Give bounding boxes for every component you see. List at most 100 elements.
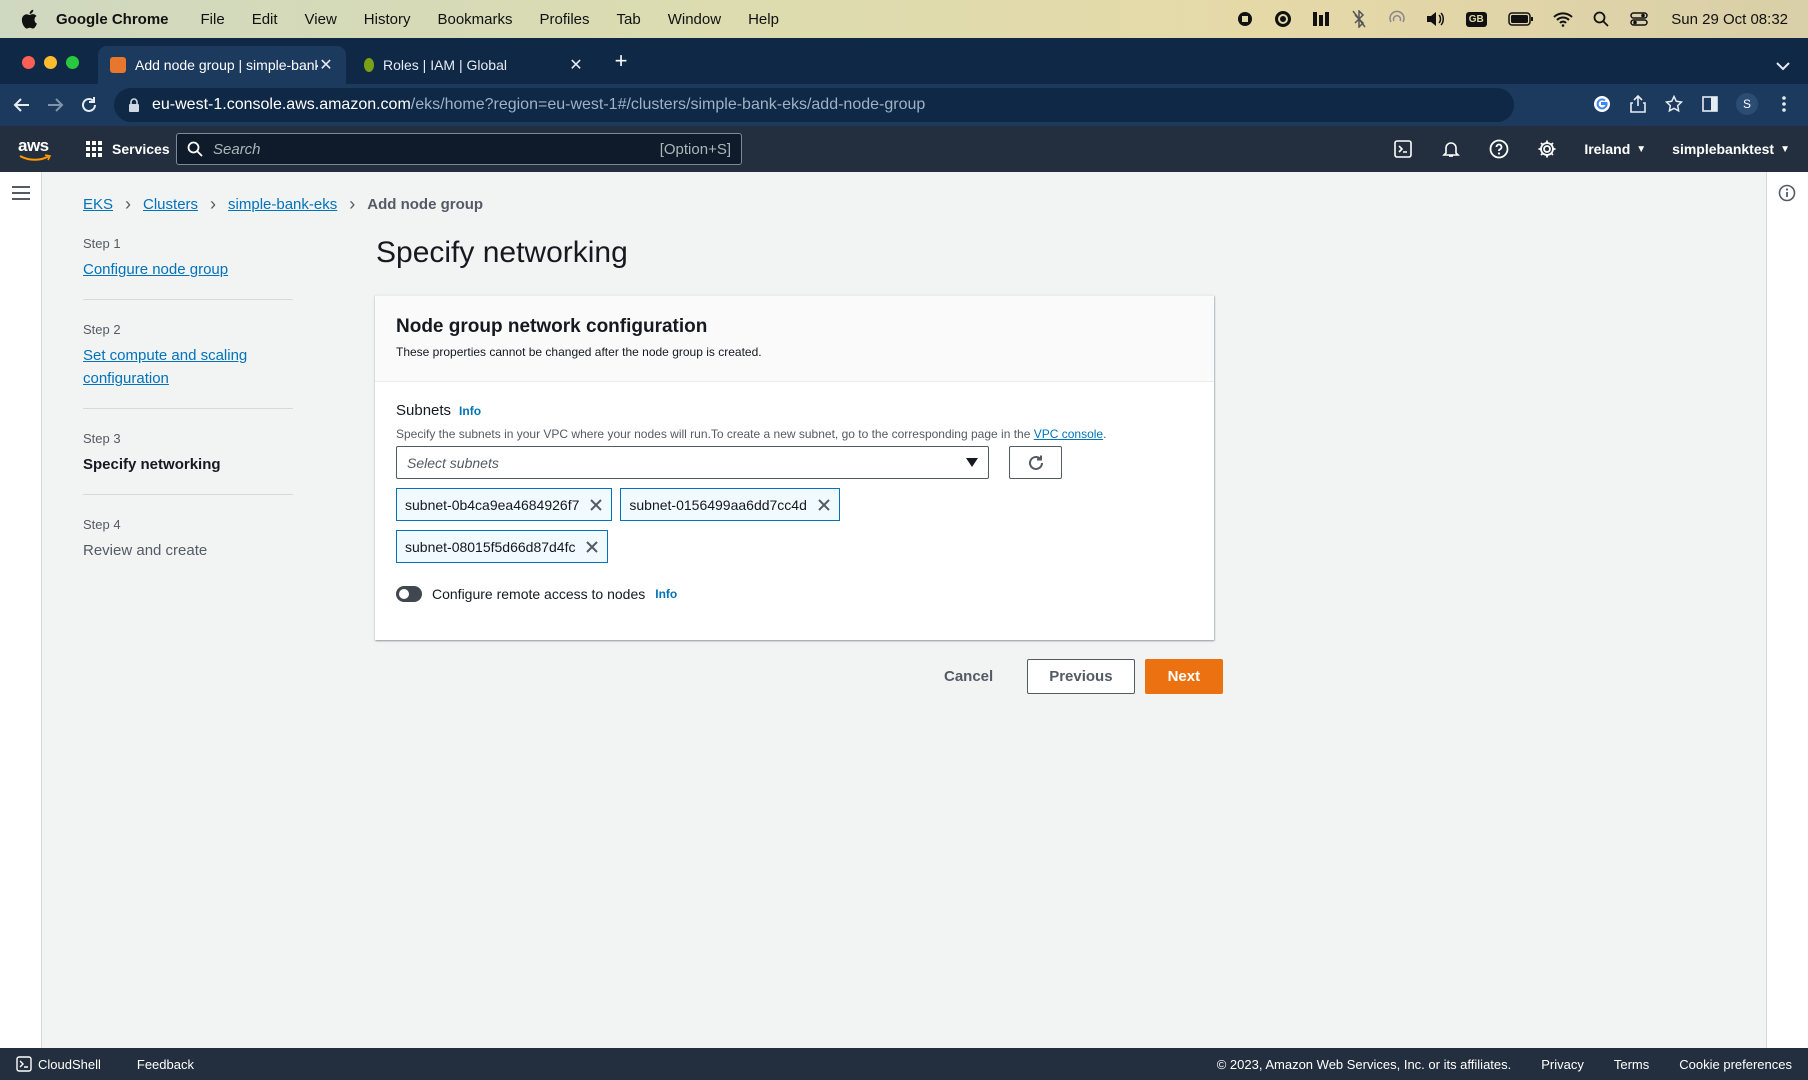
- menu-view[interactable]: View: [305, 11, 337, 28]
- menu-history[interactable]: History: [364, 11, 411, 28]
- aws-console-header: aws Services Search [Option+S] Ireland ▼ …: [0, 126, 1808, 172]
- feedback-link[interactable]: Feedback: [137, 1057, 194, 1072]
- terms-link[interactable]: Terms: [1614, 1057, 1649, 1072]
- menu-window[interactable]: Window: [668, 11, 721, 28]
- aws-search-input[interactable]: Search [Option+S]: [176, 133, 742, 165]
- notifications-bell-icon[interactable]: [1440, 138, 1462, 160]
- panel-title: Node group network configuration: [396, 316, 708, 337]
- refresh-subnets-button[interactable]: [1009, 446, 1062, 479]
- url-bar[interactable]: eu-west-1.console.aws.amazon.com/eks/hom…: [114, 88, 1514, 122]
- step-label: Step 2: [83, 322, 121, 337]
- volume-icon[interactable]: [1425, 10, 1445, 28]
- spotlight-search-icon[interactable]: [1591, 10, 1611, 28]
- chevron-right-icon: ›: [125, 194, 132, 214]
- hamburger-menu-icon[interactable]: [12, 186, 30, 200]
- wizard-step-2: Step 2 Set compute and scaling configura…: [83, 322, 293, 409]
- more-menu-icon[interactable]: [1774, 94, 1794, 114]
- record-icon[interactable]: [1235, 10, 1255, 28]
- refresh-icon: [1028, 455, 1043, 470]
- keyboard-layout-icon[interactable]: GB: [1463, 10, 1489, 28]
- tab-add-node-group[interactable]: Add node group | simple-bank ✕: [98, 46, 346, 84]
- subnets-select[interactable]: Select subnets: [396, 446, 989, 479]
- wizard-step-3: Step 3 Specify networking: [83, 431, 293, 495]
- cloudshell-icon[interactable]: [1392, 138, 1414, 160]
- step-link-configure-node-group[interactable]: Configure node group: [83, 258, 293, 281]
- wizard-steps: Step 1 Configure node group Step 2 Set c…: [83, 236, 293, 602]
- remove-subnet-icon[interactable]: [585, 540, 599, 554]
- control-center-icon[interactable]: [1629, 10, 1649, 28]
- wifi-icon[interactable]: [1553, 10, 1573, 28]
- aws-smile-icon: [19, 154, 52, 161]
- cloudshell-icon: [16, 1056, 32, 1072]
- console-footer: CloudShell Feedback © 2023, Amazon Web S…: [0, 1048, 1808, 1080]
- new-tab-icon[interactable]: +: [610, 50, 632, 72]
- subnets-desc-text: Specify the subnets in your VPC where yo…: [396, 427, 1031, 441]
- cancel-button[interactable]: Cancel: [920, 668, 1017, 685]
- subnets-label: Subnets: [396, 402, 452, 419]
- bluetooth-off-icon[interactable]: [1349, 10, 1369, 28]
- forward-arrow-icon[interactable]: [45, 95, 65, 115]
- back-arrow-icon[interactable]: [12, 95, 32, 115]
- close-window-button[interactable]: [22, 56, 35, 69]
- info-panel-icon[interactable]: [1778, 184, 1796, 202]
- google-lens-icon[interactable]: [1592, 94, 1612, 114]
- navigation-rail: [0, 172, 42, 1048]
- remove-subnet-icon[interactable]: [589, 498, 603, 512]
- subnet-token-label: subnet-0156499aa6dd7cc4d: [629, 496, 807, 513]
- address-toolbar: eu-west-1.console.aws.amazon.com/eks/hom…: [0, 84, 1808, 126]
- breadcrumb-eks[interactable]: EKS: [83, 196, 113, 213]
- tab-search-chevron-icon[interactable]: [1776, 58, 1790, 76]
- next-button[interactable]: Next: [1144, 659, 1224, 694]
- page-title: Specify networking: [376, 236, 628, 269]
- step-current-networking: Specify networking: [83, 456, 221, 473]
- previous-button[interactable]: Previous: [1027, 659, 1135, 694]
- cloudshell-button[interactable]: CloudShell: [16, 1056, 101, 1072]
- menu-help[interactable]: Help: [748, 11, 779, 28]
- bars-app-icon[interactable]: [1311, 10, 1331, 28]
- account-menu[interactable]: simplebanktest ▼: [1672, 141, 1790, 157]
- side-panel-icon[interactable]: [1700, 94, 1720, 114]
- battery-icon[interactable]: [1507, 10, 1535, 28]
- tab-roles-iam[interactable]: Roles | IAM | Global ✕: [352, 46, 596, 84]
- region-selector[interactable]: Ireland ▼: [1584, 141, 1646, 157]
- menu-edit[interactable]: Edit: [252, 11, 278, 28]
- menubar-clock[interactable]: Sun 29 Oct 08:32: [1671, 11, 1788, 28]
- cloudshell-label: CloudShell: [38, 1056, 101, 1072]
- settings-gear-icon[interactable]: [1536, 138, 1558, 160]
- cookie-preferences-link[interactable]: Cookie preferences: [1679, 1057, 1792, 1072]
- subnets-info-link[interactable]: Info: [459, 404, 481, 418]
- breadcrumb-cluster-name[interactable]: simple-bank-eks: [228, 196, 337, 213]
- step-link-compute-scaling[interactable]: Set compute and scaling configuration: [83, 344, 293, 390]
- reload-icon[interactable]: [79, 95, 99, 115]
- vpc-console-link[interactable]: VPC console: [1034, 427, 1103, 441]
- help-icon[interactable]: [1488, 138, 1510, 160]
- minimize-window-button[interactable]: [44, 56, 57, 69]
- menu-tab[interactable]: Tab: [617, 11, 641, 28]
- bookmark-star-icon[interactable]: [1664, 94, 1684, 114]
- app-name[interactable]: Google Chrome: [56, 11, 169, 28]
- apple-icon[interactable]: [20, 9, 38, 29]
- lock-icon[interactable]: [128, 98, 140, 112]
- remove-subnet-icon[interactable]: [817, 498, 831, 512]
- privacy-link[interactable]: Privacy: [1541, 1057, 1584, 1072]
- remote-access-info-link[interactable]: Info: [655, 587, 677, 601]
- window-controls: [22, 56, 79, 69]
- breadcrumb-clusters[interactable]: Clusters: [143, 196, 198, 213]
- menu-file[interactable]: File: [201, 11, 225, 28]
- subnets-desc-end: .: [1103, 427, 1107, 441]
- zoom-window-button[interactable]: [66, 56, 79, 69]
- aws-logo[interactable]: aws: [18, 136, 52, 162]
- tab-close-icon[interactable]: ✕: [318, 55, 334, 75]
- subnets-select-placeholder: Select subnets: [407, 454, 499, 471]
- iam-favicon: [364, 58, 374, 72]
- screen-capture-icon[interactable]: [1273, 10, 1293, 28]
- menu-profiles[interactable]: Profiles: [540, 11, 590, 28]
- remote-access-toggle[interactable]: [396, 586, 422, 602]
- profile-avatar[interactable]: S: [1736, 93, 1758, 115]
- services-menu-button[interactable]: Services: [86, 126, 170, 172]
- tab-close-icon[interactable]: ✕: [568, 55, 584, 75]
- airdrop-icon[interactable]: [1387, 10, 1407, 28]
- share-icon[interactable]: [1628, 94, 1648, 114]
- menu-bookmarks[interactable]: Bookmarks: [437, 11, 512, 28]
- subnet-token: subnet-0b4ca9ea4684926f7: [396, 488, 613, 521]
